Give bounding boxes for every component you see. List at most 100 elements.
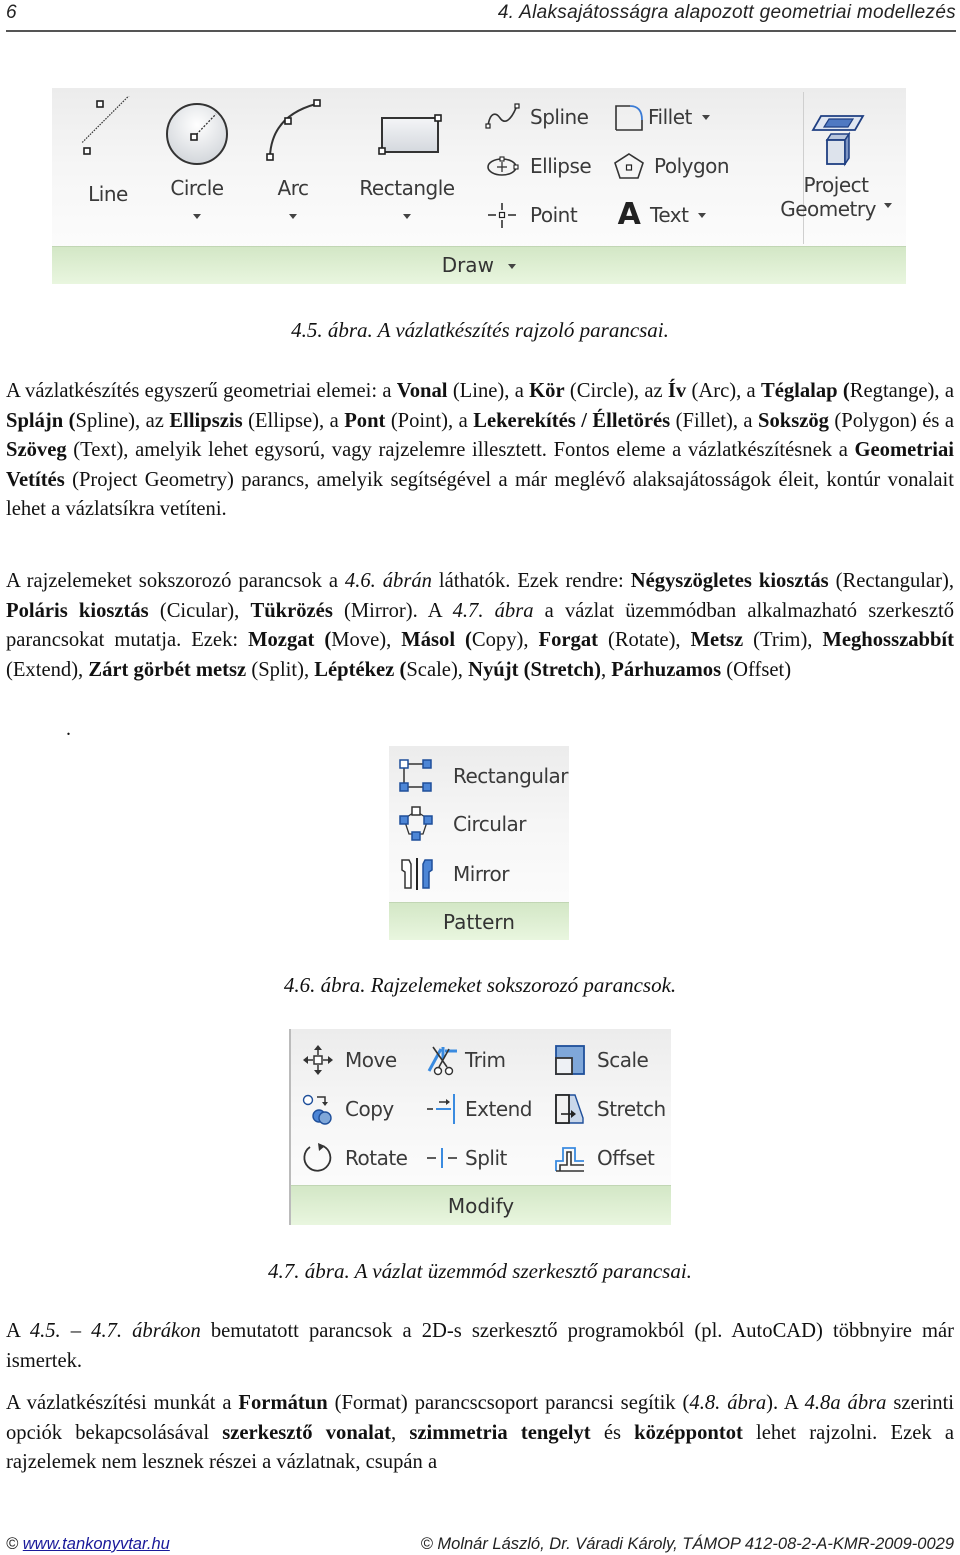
spline-button[interactable]: Spline [484, 102, 589, 132]
bold-term: Mozgat ( [248, 629, 332, 652]
stretch-label: Stretch [597, 1097, 666, 1121]
draw-panel-dropdown-icon[interactable] [508, 264, 517, 269]
fillet-button[interactable]: Fillet [612, 102, 710, 132]
project-geometry-icon [811, 115, 865, 167]
rectangular-label: Rectangular [453, 764, 568, 788]
copy-icon [302, 1094, 332, 1125]
fillet-label: Fillet [648, 105, 692, 129]
text-run: és [590, 1421, 635, 1444]
footer-website-link[interactable]: www.tankonyvtar.hu [23, 1535, 170, 1553]
text-icon: A [617, 197, 641, 232]
bold-term: Ív [667, 380, 687, 402]
circle-dropdown-icon[interactable] [193, 214, 201, 219]
ellipse-label: Ellipse [530, 154, 592, 178]
trim-label: Trim [465, 1048, 506, 1072]
bold-term: Zárt görbét metsz [88, 658, 247, 681]
text-run: Spline), az [75, 409, 170, 432]
rectangle-button[interactable]: Rectangle [352, 96, 462, 224]
draw-panel-title: Draw [441, 253, 494, 277]
pattern-panel-footer[interactable]: Pattern [389, 902, 569, 940]
line-label: Line [88, 182, 128, 206]
arc-button[interactable]: Arc [258, 96, 328, 224]
line-icon [81, 92, 133, 155]
text-button[interactable]: A Text [612, 197, 707, 232]
fillet-dropdown-icon[interactable] [701, 114, 710, 120]
move-button[interactable]: Move [301, 1043, 397, 1077]
italic-reference: 4.5. – 4.7. ábrákon [29, 1320, 201, 1342]
rectangular-pattern-button[interactable]: Rectangular [399, 758, 568, 794]
italic-reference: 4.8a ábra [804, 1392, 887, 1414]
text-run: (Offset) [721, 658, 792, 681]
text-run: (Polygon) és a [828, 409, 955, 432]
rotate-button[interactable]: Rotate [301, 1141, 408, 1175]
circular-pattern-button[interactable]: Circular [399, 806, 527, 842]
italic-reference: 4.8. ábra [689, 1392, 767, 1414]
rotate-icon [303, 1143, 332, 1172]
mirror-label: Mirror [453, 862, 509, 886]
bold-term: Másol ( [401, 629, 472, 652]
text-run: Regtange), a [849, 380, 954, 402]
scale-icon [555, 1045, 585, 1075]
bold-term: szerkesztő vonalat [222, 1421, 391, 1444]
draw-panel-footer[interactable]: Draw [52, 246, 906, 284]
bold-term: Formátun [238, 1392, 328, 1414]
text-run: (Point), a [385, 409, 474, 432]
italic-reference: 4.6. ábrán [344, 570, 432, 592]
ellipse-button[interactable]: Ellipse [484, 151, 592, 181]
point-icon [488, 203, 516, 228]
text-run: Copy), [471, 629, 539, 652]
line-button[interactable]: Line [78, 92, 138, 206]
text-run: Scale), [406, 658, 469, 681]
mirror-button[interactable]: Mirror [399, 856, 509, 892]
text-run: , [390, 1421, 410, 1444]
offset-button[interactable]: Offset [553, 1141, 655, 1175]
trim-button[interactable]: Trim [425, 1043, 506, 1077]
circular-label: Circular [453, 812, 527, 836]
pattern-panel-title: Pattern [443, 910, 515, 934]
text-dropdown-icon[interactable] [698, 212, 707, 218]
bold-term: Párhuzamos [611, 658, 722, 681]
project-geometry-button[interactable]: Project Geometry [776, 96, 896, 221]
text-run: , [600, 658, 612, 681]
bold-term: Sokszög [758, 409, 829, 432]
extend-button[interactable]: Extend [425, 1092, 533, 1126]
bold-term: Metsz [690, 629, 744, 652]
circular-pattern-icon [399, 806, 433, 841]
circle-icon [166, 103, 228, 165]
footer-copyright-symbol: © [6, 1535, 19, 1553]
scale-button[interactable]: Scale [553, 1043, 649, 1077]
circle-button[interactable]: Circle [162, 96, 232, 224]
copy-button[interactable]: Copy [301, 1092, 394, 1126]
ellipse-icon [487, 156, 519, 176]
modify-panel: Move Trim Scale Copy Extend Stretch Rota… [289, 1029, 671, 1225]
point-label: Point [530, 203, 578, 227]
offset-label: Offset [597, 1146, 655, 1170]
bold-term: Pont [344, 409, 386, 432]
modify-panel-footer[interactable]: Modify [291, 1185, 671, 1225]
point-button[interactable]: Point [484, 200, 578, 230]
project-geometry-label-2: Geometry [780, 197, 876, 221]
rectangle-dropdown-icon[interactable] [403, 214, 411, 219]
bold-term: Tükrözés [250, 599, 333, 622]
page-number: 6 [6, 2, 17, 23]
project-geometry-dropdown-icon[interactable] [883, 203, 892, 208]
text-run: (Rectangular), [828, 570, 954, 592]
split-button[interactable]: Split [425, 1141, 507, 1175]
text-run: (Extend), [6, 658, 89, 681]
rotate-label: Rotate [345, 1146, 408, 1170]
text-run: (Text), amelyik lehet egysorú, vagy rajz… [66, 439, 855, 462]
page-footer: © www.tankonyvtar.hu © Molnár László, Dr… [6, 1535, 954, 1554]
bold-term: Splájn ( [6, 409, 76, 432]
polygon-button[interactable]: Polygon [612, 151, 730, 181]
stray-dot: . [66, 718, 71, 740]
stretch-button[interactable]: Stretch [553, 1092, 666, 1126]
text-run: A [6, 1320, 30, 1342]
spline-icon [485, 103, 520, 129]
paragraph-4: A vázlatkészítési munkát a Formátun (For… [6, 1389, 954, 1478]
text-run: (Circle), az [564, 380, 668, 402]
trim-icon [427, 1046, 457, 1076]
stretch-icon [555, 1094, 584, 1124]
arc-dropdown-icon[interactable] [289, 214, 297, 219]
text-run: Move), [331, 629, 402, 652]
paragraph-1: A vázlatkészítés egyszerű geometriai ele… [6, 377, 954, 525]
